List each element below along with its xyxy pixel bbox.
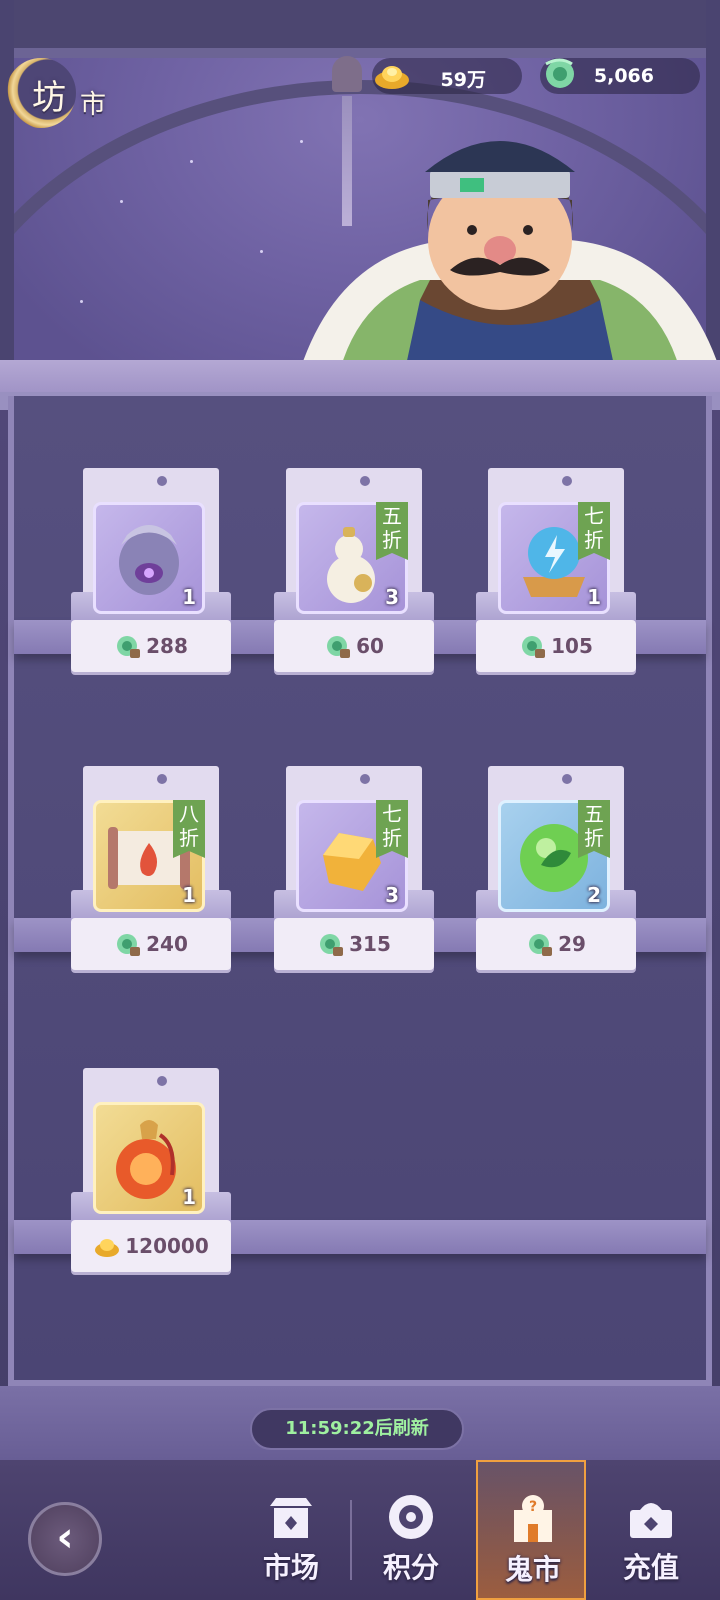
discount-badge: 五折 bbox=[376, 502, 408, 560]
item-price: 288 bbox=[146, 634, 188, 658]
shop-title-badge: 坊 市 bbox=[6, 58, 114, 130]
shop-item[interactable]: 3 七折 315 bbox=[274, 766, 434, 996]
tag-hole bbox=[562, 774, 572, 784]
tab-label: 充值 bbox=[622, 1551, 679, 1584]
item-price: 240 bbox=[146, 932, 188, 956]
item-price: 120000 bbox=[125, 1234, 209, 1258]
discount-badge: 七折 bbox=[578, 502, 610, 560]
gold-amount: 59万 bbox=[440, 69, 486, 91]
item-price: 60 bbox=[356, 634, 384, 658]
jade-dragon-icon bbox=[522, 636, 546, 658]
shop-item[interactable]: 1 288 bbox=[71, 468, 231, 698]
svg-text:?: ? bbox=[529, 1499, 537, 1515]
star bbox=[190, 160, 193, 163]
jade-currency[interactable]: 5,066 bbox=[540, 58, 700, 94]
discount-text: 五折 bbox=[584, 802, 604, 850]
item-price-tag[interactable]: 105 bbox=[476, 620, 636, 672]
item-quantity: 1 bbox=[182, 883, 196, 907]
jade-dragon-icon bbox=[327, 636, 351, 658]
back-arrow-icon: ‹ bbox=[56, 1512, 74, 1561]
item-quantity: 3 bbox=[385, 585, 399, 609]
item-quantity: 2 bbox=[587, 883, 601, 907]
tab-label: 鬼市 bbox=[504, 1553, 561, 1586]
discount-text: 八折 bbox=[179, 802, 199, 850]
item-icon-frame[interactable]: 1 bbox=[93, 1102, 205, 1214]
tag-hole bbox=[157, 476, 167, 486]
item-price: 105 bbox=[551, 634, 593, 658]
tag-hole bbox=[157, 1076, 167, 1086]
jade-dragon-icon bbox=[117, 934, 141, 956]
tag-hole bbox=[157, 774, 167, 784]
discount-badge: 七折 bbox=[376, 800, 408, 858]
jade-dragon-icon bbox=[529, 934, 553, 956]
star bbox=[80, 300, 83, 303]
item-price-tag[interactable]: 288 bbox=[71, 620, 231, 672]
item-quantity: 1 bbox=[587, 585, 601, 609]
title-main: 坊 bbox=[32, 78, 66, 118]
item-quantity: 3 bbox=[385, 883, 399, 907]
discount-badge: 八折 bbox=[173, 800, 205, 858]
jade-dragon-icon bbox=[117, 636, 141, 658]
item-icon-frame[interactable]: 1 bbox=[93, 502, 205, 614]
star bbox=[260, 250, 263, 253]
refresh-timer: 11:59:22后刷新 bbox=[250, 1408, 464, 1450]
shop-item[interactable]: 1 120000 bbox=[71, 1068, 231, 1298]
item-price-tag[interactable]: 120000 bbox=[71, 1220, 231, 1272]
merchant-character bbox=[300, 141, 720, 370]
recharge-chest-icon bbox=[630, 1503, 672, 1538]
tab-market[interactable]: 市场 bbox=[236, 1460, 346, 1600]
roof-beam bbox=[0, 0, 720, 50]
bell-icon bbox=[332, 56, 362, 92]
tab-ghost-market[interactable]: ? 鬼市 bbox=[476, 1460, 586, 1600]
jade-dragon-icon bbox=[545, 58, 574, 88]
shop-item[interactable]: 1 七折 105 bbox=[476, 468, 636, 698]
discount-text: 七折 bbox=[584, 504, 604, 552]
title-sub: 市 bbox=[80, 90, 107, 120]
discount-text: 七折 bbox=[382, 802, 402, 850]
star bbox=[120, 200, 123, 203]
item-quantity: 1 bbox=[182, 585, 196, 609]
tag-hole bbox=[562, 476, 572, 486]
item-price-tag[interactable]: 315 bbox=[274, 918, 434, 970]
item-price-tag[interactable]: 60 bbox=[274, 620, 434, 672]
tab-label: 积分 bbox=[382, 1551, 439, 1584]
back-button[interactable]: ‹ bbox=[28, 1502, 102, 1576]
ghost-market-icon: ? bbox=[514, 1495, 552, 1542]
gold-ingot-icon bbox=[375, 66, 409, 89]
tag-hole bbox=[360, 774, 370, 784]
discount-text: 五折 bbox=[382, 504, 402, 552]
jade-dragon-icon bbox=[320, 934, 344, 956]
item-price-tag[interactable]: 29 bbox=[476, 918, 636, 970]
item-price-tag[interactable]: 240 bbox=[71, 918, 231, 970]
tab-recharge[interactable]: 充值 bbox=[596, 1460, 706, 1600]
item-price: 29 bbox=[558, 932, 586, 956]
jade-amount: 5,066 bbox=[593, 65, 654, 87]
item-quantity: 1 bbox=[182, 1185, 196, 1209]
discount-badge: 五折 bbox=[578, 800, 610, 858]
shop-item[interactable]: 1 八折 240 bbox=[71, 766, 231, 996]
gold-ingot-icon bbox=[95, 1239, 120, 1257]
shop-item[interactable]: 2 五折 29 bbox=[476, 766, 636, 996]
roof-beam-trim bbox=[0, 48, 720, 58]
market-gate-icon bbox=[270, 1498, 312, 1538]
shop-item[interactable]: 3 五折 60 bbox=[274, 468, 434, 698]
gold-currency[interactable]: 59万 bbox=[372, 58, 522, 94]
item-price: 315 bbox=[349, 932, 391, 956]
points-swirl-icon bbox=[389, 1495, 433, 1539]
tab-divider bbox=[350, 1500, 352, 1580]
tab-points[interactable]: 积分 bbox=[356, 1460, 466, 1600]
tab-label: 市场 bbox=[262, 1551, 319, 1584]
tag-hole bbox=[360, 476, 370, 486]
